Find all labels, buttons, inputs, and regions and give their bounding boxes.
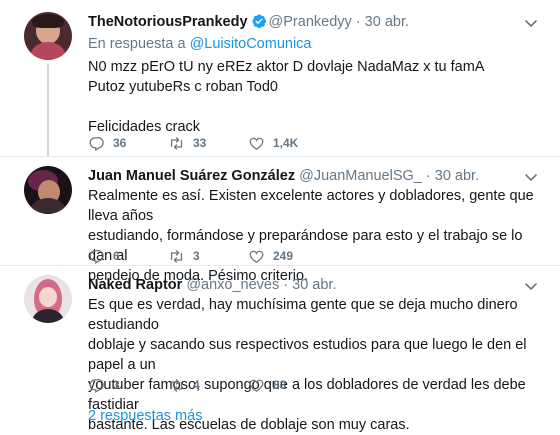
retweet-icon	[170, 378, 183, 392]
retweet-count: 33	[193, 136, 207, 150]
user-handle[interactable]: @anxo_neves	[186, 277, 279, 293]
tweet-text-line: Realmente es así. Existen excelente acto…	[88, 188, 534, 224]
tweet-header: Naked Raptor @anxo_neves · 30 abr.	[88, 275, 336, 295]
tweet-header: TheNotoriousPrankedy @Prankedyy · 30 abr.	[88, 12, 409, 32]
reply-count: 3	[113, 378, 120, 392]
conversation-thread: TheNotoriousPrankedy @Prankedyy · 30 abr.…	[0, 0, 560, 433]
reply-icon	[89, 378, 104, 393]
like-count: 249	[273, 249, 294, 263]
retweet-icon	[170, 136, 183, 150]
retweet-icon	[170, 249, 183, 263]
display-name[interactable]: Juan Manuel Suárez González	[88, 168, 295, 184]
user-handle[interactable]: @Prankedyy	[269, 14, 352, 30]
separator-dot: ·	[355, 14, 361, 30]
tweet-actions: 36 33 1,4K	[88, 134, 408, 152]
like-icon	[249, 379, 264, 392]
timestamp[interactable]: 30 abr.	[365, 14, 409, 30]
tweet-text-line: Es que es verdad, hay muchísima gente qu…	[88, 297, 518, 333]
tweet-juanmanuel[interactable]: Juan Manuel Suárez González @JuanManuelS…	[0, 166, 560, 284]
tweet-text-line	[88, 97, 538, 117]
retweet-count: 3	[193, 249, 200, 263]
divider	[0, 156, 560, 157]
display-name[interactable]: Naked Raptor	[88, 277, 182, 293]
retweet-button[interactable]: 3	[168, 247, 200, 265]
like-button[interactable]: 249	[248, 247, 293, 265]
reply-to-mention[interactable]: @LuisitoComunica	[190, 36, 312, 52]
tweet-prankedy[interactable]: TheNotoriousPrankedy @Prankedyy · 30 abr.…	[0, 12, 560, 156]
reply-icon	[89, 136, 104, 151]
retweet-button[interactable]: 33	[168, 134, 206, 152]
reply-context: En respuesta a @LuisitoComunica	[88, 36, 312, 52]
separator-dot: ·	[425, 168, 431, 184]
tweet-header: Juan Manuel Suárez González @JuanManuelS…	[88, 166, 479, 186]
like-count: 1,4K	[273, 136, 299, 150]
verified-badge-icon	[251, 13, 267, 29]
display-name[interactable]: TheNotoriousPrankedy	[88, 14, 248, 30]
like-button[interactable]: 83	[248, 376, 286, 394]
retweet-button[interactable]: 4	[168, 376, 200, 394]
caret-down-icon[interactable]	[524, 279, 538, 293]
timestamp[interactable]: 30 abr.	[292, 277, 336, 293]
reply-button[interactable]: 3	[88, 376, 120, 394]
like-icon	[249, 137, 264, 150]
tweet-text-line: N0 mzz pErO tU ny eREz aktor D dovlaje N…	[88, 59, 485, 75]
like-button[interactable]: 1,4K	[248, 134, 298, 152]
avatar[interactable]	[24, 12, 72, 60]
tweet-actions: 3 4 83	[88, 376, 408, 394]
like-icon	[249, 250, 264, 263]
caret-down-icon[interactable]	[524, 170, 538, 184]
tweet-text: N0 mzz pErO tU ny eREz aktor D dovlaje N…	[88, 57, 538, 137]
like-count: 83	[273, 378, 287, 392]
separator-dot: ·	[283, 277, 289, 293]
user-handle[interactable]: @JuanManuelSG_	[299, 168, 422, 184]
avatar[interactable]	[24, 166, 72, 214]
retweet-count: 4	[193, 378, 200, 392]
tweet-actions: 6 3 249	[88, 247, 408, 265]
divider	[0, 265, 560, 266]
reply-icon	[89, 249, 104, 264]
tweet-nakedraptor[interactable]: Naked Raptor @anxo_neves · 30 abr. Es qu…	[0, 275, 560, 433]
reply-count: 6	[113, 249, 120, 263]
tweet-text: Realmente es así. Existen excelente acto…	[88, 186, 538, 286]
reply-count: 36	[113, 136, 127, 150]
tweet-text-line: Putoz yutubeRs c roban Tod0	[88, 79, 278, 95]
thread-connector-line	[47, 64, 49, 156]
tweet-text-line: doblaje y sacando sus respectivos estudi…	[88, 337, 527, 373]
more-replies-link[interactable]: 2 respuestas más	[88, 408, 202, 424]
caret-down-icon[interactable]	[524, 16, 538, 30]
reply-button[interactable]: 6	[88, 247, 120, 265]
reply-prefix: En respuesta a	[88, 36, 186, 52]
avatar[interactable]	[24, 275, 72, 323]
timestamp[interactable]: 30 abr.	[435, 168, 479, 184]
reply-button[interactable]: 36	[88, 134, 126, 152]
